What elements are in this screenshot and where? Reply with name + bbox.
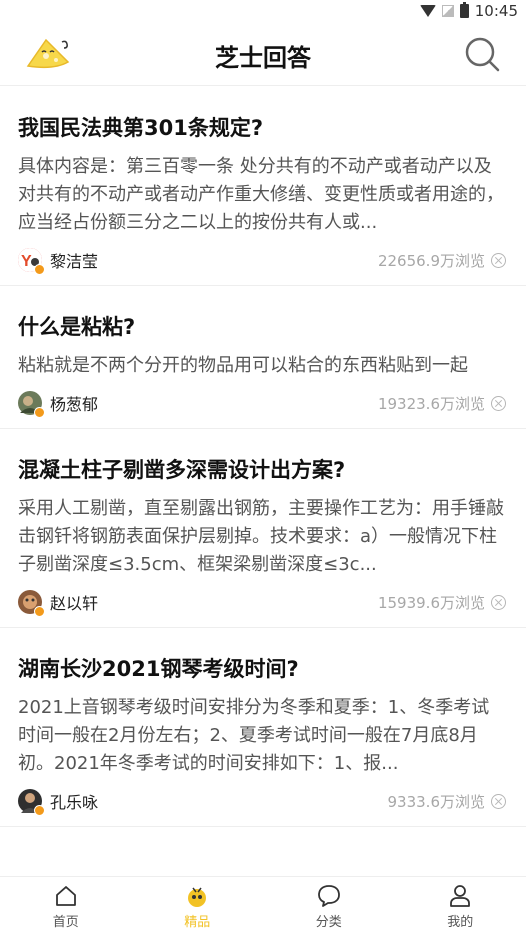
nav-category[interactable]: 分类 <box>263 877 395 936</box>
question-meta: 孔乐咏 9333.6万浏览 <box>18 782 506 826</box>
view-count-text: 19323.6万浏览 <box>377 394 485 413</box>
nav-home-label: 首页 <box>52 915 79 930</box>
question-card[interactable]: 湖南长沙2021钢琴考级时间? 2021上音钢琴考级时间安排分为冬季和夏季：1、… <box>0 628 526 827</box>
question-title[interactable]: 我国民法典第301条规定? <box>18 87 506 143</box>
answer-excerpt-text: 粘粘就是不两个分开的物品用可以粘合的东西粘贴到一起 <box>18 355 468 376</box>
avatar <box>18 590 45 617</box>
view-count: 15939.6万浏览 <box>378 592 506 613</box>
author-name: 孔乐咏 <box>50 793 99 812</box>
view-count: 19323.6万浏览 <box>378 393 506 414</box>
search-icon[interactable] <box>462 34 502 74</box>
avatar <box>18 391 45 418</box>
question-title[interactable]: 混凝土柱子剔凿多深需设计出方案? <box>18 429 506 485</box>
author-info[interactable]: 赵以轩 <box>18 590 99 617</box>
battery-icon <box>459 2 469 18</box>
user-icon <box>450 885 471 907</box>
author-name: 黎洁莹 <box>50 252 99 271</box>
dismiss-icon[interactable] <box>491 594 506 610</box>
dismiss-icon[interactable] <box>491 793 506 809</box>
view-count: 22656.9万浏览 <box>378 250 506 271</box>
answer-excerpt-text: 采用人工剔凿，直至剔露出钢筋，主要操作工艺为：用手锤敲击钢钎将钢筋表面保护层剔掉… <box>18 498 504 575</box>
page-title: 芝士回答 <box>215 44 311 72</box>
nav-home[interactable]: 首页 <box>0 877 132 936</box>
question-meta: 赵以轩 15939.6万浏览 <box>18 583 506 627</box>
view-count-text: 9333.6万浏览 <box>387 792 486 811</box>
avatar <box>18 789 45 816</box>
wifi-icon <box>419 5 436 17</box>
question-title[interactable]: 湖南长沙2021钢琴考级时间? <box>18 628 506 684</box>
author-info[interactable]: 杨葱郁 <box>18 391 99 418</box>
author-info[interactable]: 孔乐咏 <box>18 789 99 816</box>
nav-featured[interactable]: 精品 <box>132 877 264 936</box>
question-card[interactable]: 混凝土柱子剔凿多深需设计出方案? 采用人工剔凿，直至剔露出钢筋，主要操作工艺为：… <box>0 429 526 628</box>
author-name: 赵以轩 <box>50 594 99 613</box>
answer-excerpt-text: 2021上音钢琴考级时间安排分为冬季和夏季：1、冬季考试时间一般在2月份左右；2… <box>18 697 490 774</box>
nav-mine-label: 我的 <box>447 915 474 930</box>
signal-icon <box>441 5 454 17</box>
cheese-face-icon <box>188 887 207 907</box>
verified-badge-icon <box>34 407 45 418</box>
chat-bubble-icon <box>317 885 340 907</box>
question-card[interactable]: 什么是粘粘? 粘粘就是不两个分开的物品用可以粘合的东西粘贴到一起 杨葱郁 193… <box>0 286 526 429</box>
status-bar: 10:45 <box>0 0 526 22</box>
dismiss-icon[interactable] <box>491 395 506 411</box>
verified-badge-icon <box>34 805 45 816</box>
nav-mine[interactable]: 我的 <box>395 877 526 936</box>
status-time: 10:45 <box>474 2 518 20</box>
author-info[interactable]: Y 黎洁莹 <box>18 248 99 275</box>
svg-text:Y: Y <box>21 253 32 270</box>
bottom-nav: 首页 精品 分类 我的 <box>0 876 526 936</box>
question-meta: Y 黎洁莹 22656.9万浏览 <box>18 241 506 285</box>
nav-featured-label: 精品 <box>184 915 211 930</box>
nav-category-label: 分类 <box>315 915 342 930</box>
answer-excerpt[interactable]: 采用人工剔凿，直至剔露出钢筋，主要操作工艺为：用手锤敲击钢钎将钢筋表面保护层剔掉… <box>18 495 506 579</box>
question-title[interactable]: 什么是粘粘? <box>18 286 506 342</box>
answer-excerpt[interactable]: 具体内容是：第三百零一条 处分共有的不动产或者动产以及对共有的不动产或者动产作重… <box>18 153 506 237</box>
dismiss-icon[interactable] <box>491 252 506 268</box>
view-count-text: 22656.9万浏览 <box>377 251 485 270</box>
verified-badge-icon <box>34 264 45 275</box>
question-feed[interactable]: 我国民法典第301条规定? 具体内容是：第三百零一条 处分共有的不动产或者动产以… <box>0 87 526 877</box>
author-name: 杨葱郁 <box>50 395 99 414</box>
avatar: Y <box>18 248 45 275</box>
app-header: 芝士回答 <box>0 22 526 86</box>
answer-excerpt[interactable]: 粘粘就是不两个分开的物品用可以粘合的东西粘贴到一起 <box>18 352 506 380</box>
question-card[interactable]: 我国民法典第301条规定? 具体内容是：第三百零一条 处分共有的不动产或者动产以… <box>0 87 526 286</box>
question-meta: 杨葱郁 19323.6万浏览 <box>18 384 506 428</box>
view-count-text: 15939.6万浏览 <box>377 593 485 612</box>
answer-excerpt[interactable]: 2021上音钢琴考级时间安排分为冬季和夏季：1、冬季考试时间一般在2月份左右；2… <box>18 694 506 778</box>
view-count: 9333.6万浏览 <box>387 791 506 812</box>
home-icon <box>55 886 76 906</box>
verified-badge-icon <box>34 606 45 617</box>
answer-excerpt-text: 具体内容是：第三百零一条 处分共有的不动产或者动产以及对共有的不动产或者动产作重… <box>18 156 504 233</box>
